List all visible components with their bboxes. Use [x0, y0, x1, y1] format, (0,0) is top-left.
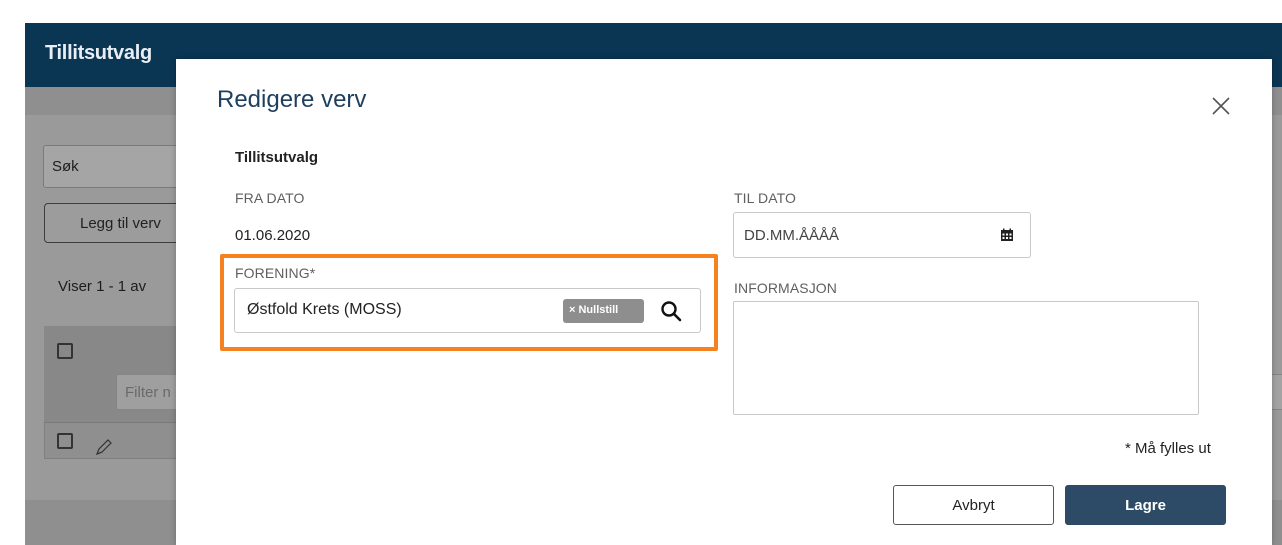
informasjon-label: INFORMASJON — [734, 280, 837, 296]
required-note: * Må fylles ut — [1125, 440, 1211, 457]
dialog-title: Redigere verv — [217, 86, 367, 113]
informasjon-textarea[interactable] — [733, 301, 1199, 415]
save-button[interactable]: Lagre — [1065, 485, 1226, 525]
filter-input-right[interactable] — [1272, 374, 1282, 410]
search-field[interactable]: Søk — [43, 145, 183, 188]
search-icon[interactable] — [659, 299, 683, 323]
forening-value: Østfold Krets (MOSS) — [247, 301, 402, 318]
cancel-button[interactable]: Avbryt — [893, 485, 1054, 525]
nullstill-button[interactable]: × Nullstill — [563, 299, 644, 323]
til-dato-input[interactable] — [734, 213, 984, 257]
fra-dato-label: FRA DATO — [235, 190, 305, 206]
results-count: Viser 1 - 1 av — [58, 278, 147, 295]
row-checkbox[interactable] — [57, 433, 73, 449]
til-dato-field[interactable] — [733, 212, 1031, 258]
add-verv-button[interactable]: Legg til verv — [44, 203, 184, 243]
calendar-icon[interactable] — [1000, 228, 1014, 242]
select-all-checkbox[interactable] — [57, 343, 73, 359]
close-icon[interactable] — [1210, 95, 1232, 117]
forening-field[interactable]: Østfold Krets (MOSS) × Nullstill — [234, 288, 701, 333]
forening-label: FORENING* — [235, 265, 316, 281]
content-panel-right-edge — [1272, 115, 1282, 500]
page-title: Tillitsutvalg — [45, 42, 152, 64]
pencil-icon[interactable] — [93, 436, 115, 458]
fra-dato-value: 01.06.2020 — [235, 227, 311, 244]
table-divider — [44, 422, 184, 423]
section-title: Tillitsutvalg — [235, 149, 319, 166]
til-dato-label: TIL DATO — [734, 190, 796, 206]
